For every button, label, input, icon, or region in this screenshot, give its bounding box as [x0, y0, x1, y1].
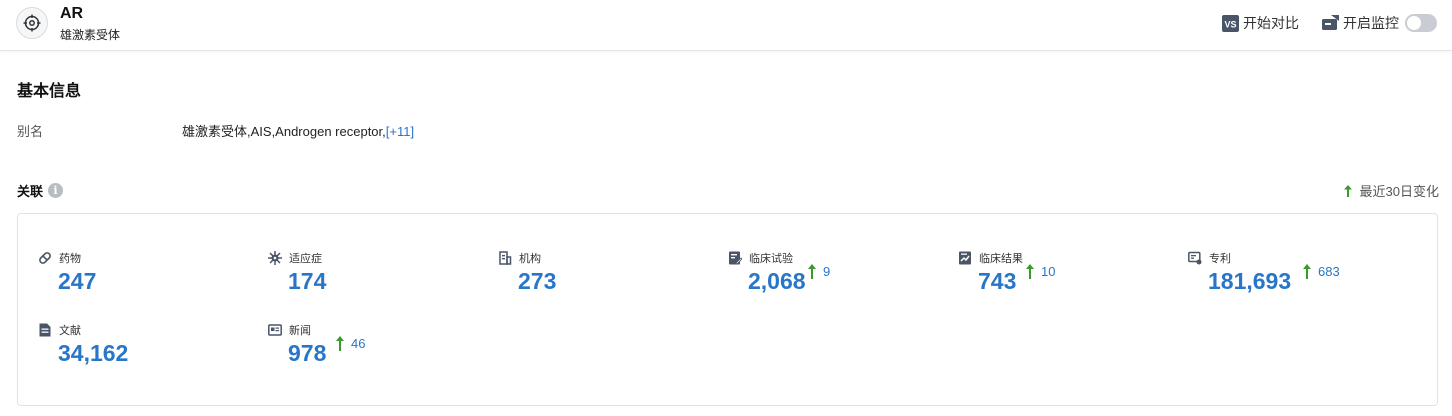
arrow-up-icon	[808, 264, 816, 279]
stat-value[interactable]: 2,068	[748, 268, 806, 295]
stat-label: 专利	[1209, 253, 1231, 265]
stat-patents: 专利 181,693 683	[1188, 250, 1408, 310]
association-title: 关联 i	[17, 181, 64, 200]
monitor-icon	[1322, 15, 1339, 31]
stat-delta: 683	[1303, 264, 1340, 279]
compare-label: 开始对比	[1243, 15, 1299, 31]
stat-value[interactable]: 181,693	[1208, 268, 1291, 295]
stat-value[interactable]: 247	[58, 268, 96, 295]
recent-change-label: 最近30日变化	[1359, 184, 1439, 199]
target-icon	[16, 7, 48, 39]
compare-button[interactable]: VS 开始对比	[1222, 13, 1299, 33]
stat-delta-value: 9	[823, 264, 831, 279]
stat-value[interactable]: 34,162	[58, 340, 128, 367]
top-header: AR 雄激素受体 VS 开始对比 开启监控	[0, 0, 1452, 51]
stat-label: 机构	[519, 253, 541, 265]
stat-label: 临床试验	[749, 253, 793, 265]
arrow-up-icon	[336, 336, 344, 351]
stat-organizations: 机构 273	[498, 250, 718, 310]
stat-value[interactable]: 743	[978, 268, 1016, 295]
news-icon	[268, 323, 282, 337]
page-subtitle: 雄激素受体	[60, 28, 121, 42]
stat-label: 新闻	[289, 325, 311, 337]
stat-value[interactable]: 273	[518, 268, 556, 295]
stat-value[interactable]: 978	[288, 340, 326, 367]
basic-info-title: 基本信息	[17, 83, 82, 100]
alias-label: 别名	[17, 124, 44, 139]
document-icon	[38, 323, 52, 337]
monitor-toggle[interactable]	[1405, 14, 1437, 32]
association-panel: 药物 247 适应症 174 机构 273 临床试验 2,068 9 临床结果 …	[17, 213, 1438, 406]
arrow-up-icon	[1343, 184, 1352, 197]
stat-label: 文献	[59, 325, 81, 337]
stat-clinical-trials: 临床试验 2,068 9	[728, 250, 948, 310]
arrow-up-icon	[1026, 264, 1034, 279]
association-label: 关联	[17, 184, 44, 199]
stat-literature: 文献 34,162	[38, 322, 258, 382]
stat-news: 新闻 978 46	[268, 322, 488, 382]
clinical-trial-icon	[728, 251, 742, 265]
stat-delta: 46	[336, 336, 365, 351]
stat-delta-value: 46	[351, 336, 366, 351]
pill-icon	[38, 251, 52, 265]
stat-delta: 10	[1026, 264, 1055, 279]
stat-label: 药物	[59, 253, 81, 265]
monitor-control: 开启监控	[1322, 13, 1437, 33]
stat-value[interactable]: 174	[288, 268, 326, 295]
stat-delta-value: 683	[1318, 264, 1340, 279]
page-title: AR	[60, 5, 84, 22]
arrow-up-icon	[1303, 264, 1311, 279]
monitor-label: 开启监控	[1343, 15, 1399, 31]
clinical-result-icon	[958, 251, 972, 265]
stat-delta-value: 10	[1041, 264, 1056, 279]
patent-icon	[1188, 251, 1202, 265]
alias-text: 雄激素受体,AIS,Androgen receptor,	[182, 124, 386, 139]
stat-clinical-results: 临床结果 743 10	[958, 250, 1178, 310]
stat-label: 临床结果	[979, 253, 1023, 265]
virus-icon	[268, 251, 282, 265]
stat-label: 适应症	[289, 253, 322, 265]
alias-more-link[interactable]: [+11]	[386, 124, 414, 139]
stat-delta: 9	[808, 264, 830, 279]
building-icon	[498, 251, 512, 265]
stat-drugs: 药物 247	[38, 250, 258, 310]
alias-value: 雄激素受体,AIS,Androgen receptor,[+11]	[182, 121, 414, 140]
stat-indications: 适应症 174	[268, 250, 488, 310]
info-icon[interactable]: i	[48, 183, 64, 198]
svg-text:VS: VS	[1224, 19, 1236, 29]
recent-change-legend: 最近30日变化	[1343, 181, 1439, 200]
vs-icon: VS	[1222, 14, 1239, 32]
